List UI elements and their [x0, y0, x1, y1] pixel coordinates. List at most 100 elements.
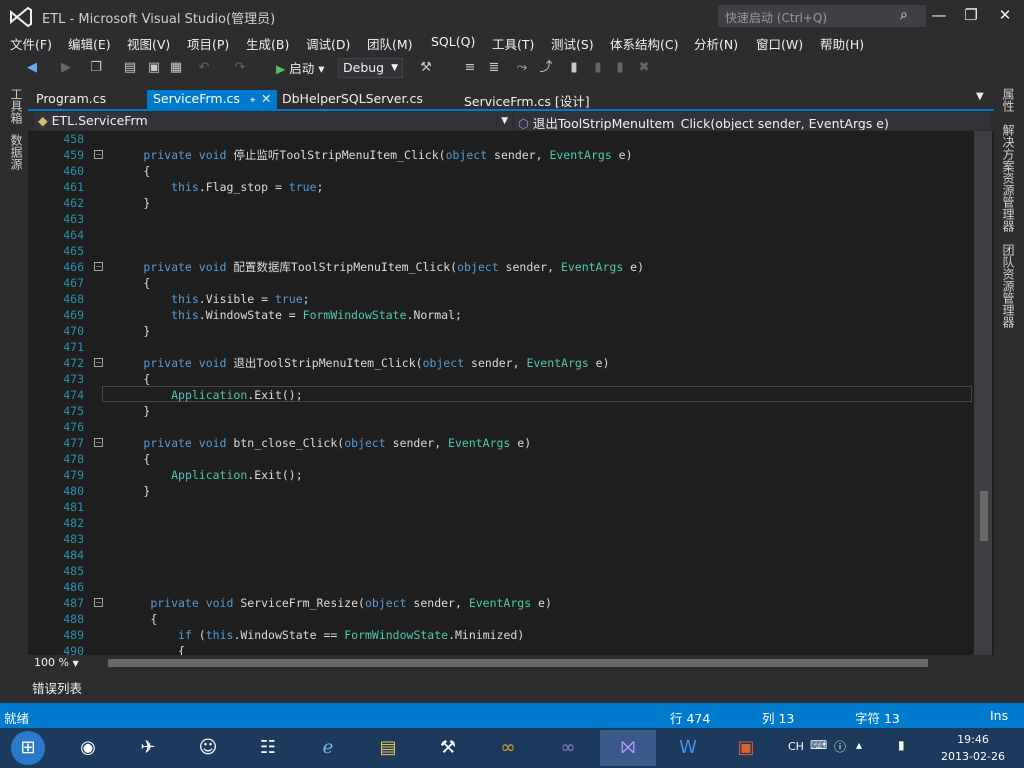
horizontal-scroll-thumb[interactable]	[108, 659, 928, 667]
bookmark-icon[interactable]: ▮	[566, 60, 582, 76]
redo-icon[interactable]: ↷	[232, 60, 248, 76]
vs-infinity-icon[interactable]: ∞	[540, 730, 596, 766]
code-line[interactable]: }	[88, 323, 974, 339]
align-left-icon[interactable]: ≡	[462, 60, 478, 76]
menu-test[interactable]: 测试(S)	[551, 34, 594, 53]
code-line[interactable]: }	[88, 483, 974, 499]
powerpoint-icon[interactable]: ▣	[718, 730, 774, 766]
visual-studio-taskbar-icon[interactable]: ⨝	[600, 730, 656, 766]
menu-team[interactable]: 团队(M)	[367, 34, 413, 53]
bird-app-icon[interactable]: ✈	[120, 730, 176, 766]
tab-dbhelper-cs[interactable]: DbHelperSQLServer.cs	[276, 90, 429, 110]
menu-file[interactable]: 文件(F)	[10, 34, 52, 53]
datasources-tab[interactable]: 数据源	[8, 134, 25, 170]
keyboard-icon[interactable]: ⌨	[810, 738, 827, 752]
forward-icon[interactable]: ▶	[58, 60, 74, 76]
menu-project[interactable]: 项目(P)	[187, 34, 229, 53]
code-line[interactable]	[88, 227, 974, 243]
error-list-tab[interactable]: 错误列表	[32, 678, 82, 697]
member-dropdown[interactable]: ⬡ 退出ToolStripMenuItem_Click(object sende…	[514, 112, 990, 130]
code-line[interactable]: }	[88, 195, 974, 211]
open-file-icon[interactable]: ▤	[122, 60, 138, 76]
step-out-icon[interactable]: ⤴	[538, 60, 554, 76]
vertical-scroll-thumb[interactable]	[980, 491, 988, 541]
menu-tools[interactable]: 工具(T)	[492, 34, 534, 53]
code-line[interactable]: Application.Exit();	[88, 467, 974, 483]
code-line[interactable]: {	[88, 163, 974, 179]
save-icon[interactable]: ▣	[146, 60, 162, 76]
close-window-button[interactable]: ✕	[992, 4, 1018, 26]
align-icon[interactable]: ≣	[486, 60, 502, 76]
tab-serviceform-design[interactable]: ServiceFrm.cs [设计]	[458, 90, 596, 110]
undo-icon[interactable]: ↶	[196, 60, 212, 76]
start-debug-button[interactable]: ▶ 启动 ▾	[276, 58, 325, 77]
code-line[interactable]: private void 停止监听ToolStripMenuItem_Click…	[88, 147, 974, 163]
code-line[interactable]: {	[88, 451, 974, 467]
tray-arrow-icon[interactable]: ▴	[856, 738, 862, 752]
restore-button[interactable]: ❐	[958, 4, 984, 26]
solution-config-dropdown[interactable]: Debug ▼	[338, 58, 403, 78]
code-line[interactable]	[88, 339, 974, 355]
qq-icon[interactable]: ☺	[180, 730, 236, 766]
close-tab-icon[interactable]: ✕	[258, 90, 274, 110]
tab-program-cs[interactable]: Program.cs	[30, 90, 112, 110]
code-line[interactable]: {	[88, 371, 974, 387]
battery-icon[interactable]: ▮	[898, 738, 905, 752]
save-all-icon[interactable]: ▦	[168, 60, 184, 76]
code-line[interactable]	[88, 211, 974, 227]
code-line[interactable]: private void 退出ToolStripMenuItem_Click(o…	[88, 355, 974, 371]
menu-debug[interactable]: 调试(D)	[306, 34, 350, 53]
step-icon[interactable]: ⤳	[514, 60, 530, 76]
code-line[interactable]	[88, 499, 974, 515]
code-line[interactable]: {	[88, 275, 974, 291]
pin-icon[interactable]: ⌖	[250, 95, 256, 106]
code-line[interactable]: private void ServiceFrm_Resize(object se…	[88, 595, 974, 611]
quick-launch-input[interactable]: 快速启动 (Ctrl+Q)	[718, 5, 926, 27]
code-editor[interactable]: 458 459−460 461 462 463 464 465 466−467 468 469 47…	[28, 131, 994, 655]
menu-help[interactable]: 帮助(H)	[820, 34, 864, 53]
code-line[interactable]	[88, 243, 974, 259]
menu-edit[interactable]: 编辑(E)	[68, 34, 111, 53]
vertical-scrollbar[interactable]	[974, 131, 992, 655]
system-clock[interactable]: 19:46 2013-02-26	[928, 731, 1018, 765]
code-line[interactable]: private void 配置数据库ToolStripMenuItem_Clic…	[88, 259, 974, 275]
menu-build[interactable]: 生成(B)	[246, 34, 289, 53]
menu-analyze[interactable]: 分析(N)	[694, 34, 738, 53]
start-orb-icon[interactable]: ⊞	[0, 730, 56, 766]
menu-sql[interactable]: SQL(Q)	[431, 34, 475, 49]
tools-app-icon[interactable]: ⚒	[420, 730, 476, 766]
menu-window[interactable]: 窗口(W)	[756, 34, 803, 53]
code-line[interactable]: Application.Exit();	[88, 387, 974, 403]
team-explorer-tab[interactable]: 团队资源管理器	[1000, 244, 1017, 328]
explorer-folder-icon[interactable]: ▤	[360, 730, 416, 766]
code-line[interactable]: {	[88, 643, 974, 655]
solution-explorer-tab[interactable]: 解决方案资源管理器	[1000, 124, 1017, 232]
code-line[interactable]	[88, 131, 974, 147]
code-line[interactable]: this.WindowState = FormWindowState.Norma…	[88, 307, 974, 323]
code-area[interactable]: private void 停止监听ToolStripMenuItem_Click…	[88, 131, 974, 655]
code-line[interactable]: }	[88, 403, 974, 419]
code-line[interactable]	[88, 419, 974, 435]
back-icon[interactable]: ◀	[24, 60, 40, 76]
tab-overflow-dropdown[interactable]: ▼	[970, 90, 990, 110]
media-player-icon[interactable]: ◉	[60, 730, 116, 766]
code-line[interactable]	[88, 531, 974, 547]
find-icon[interactable]: ⚒	[418, 60, 434, 76]
menu-architecture[interactable]: 体系结构(C)	[610, 34, 678, 53]
code-line[interactable]	[88, 515, 974, 531]
code-line[interactable]: private void btn_close_Click(object send…	[88, 435, 974, 451]
class-dropdown[interactable]: ◆ ETL.ServiceFrm ▼	[34, 112, 512, 130]
ie-browser-icon[interactable]: ℯ	[300, 730, 356, 766]
input-language[interactable]: CH	[788, 740, 804, 753]
help-icon[interactable]: ⓘ	[834, 738, 846, 755]
code-line[interactable]: this.Visible = true;	[88, 291, 974, 307]
code-line[interactable]: {	[88, 611, 974, 627]
new-project-icon[interactable]: ❐	[88, 60, 104, 76]
word-icon[interactable]: W	[660, 730, 716, 766]
code-line[interactable]	[88, 579, 974, 595]
search-icon[interactable]: ⌕	[900, 7, 908, 23]
next-bookmark-icon[interactable]: ▮	[612, 60, 628, 76]
code-line[interactable]: this.Flag_stop = true;	[88, 179, 974, 195]
properties-tab[interactable]: 属性	[1000, 88, 1017, 112]
toolbox-tab[interactable]: 工具箱	[8, 88, 25, 124]
